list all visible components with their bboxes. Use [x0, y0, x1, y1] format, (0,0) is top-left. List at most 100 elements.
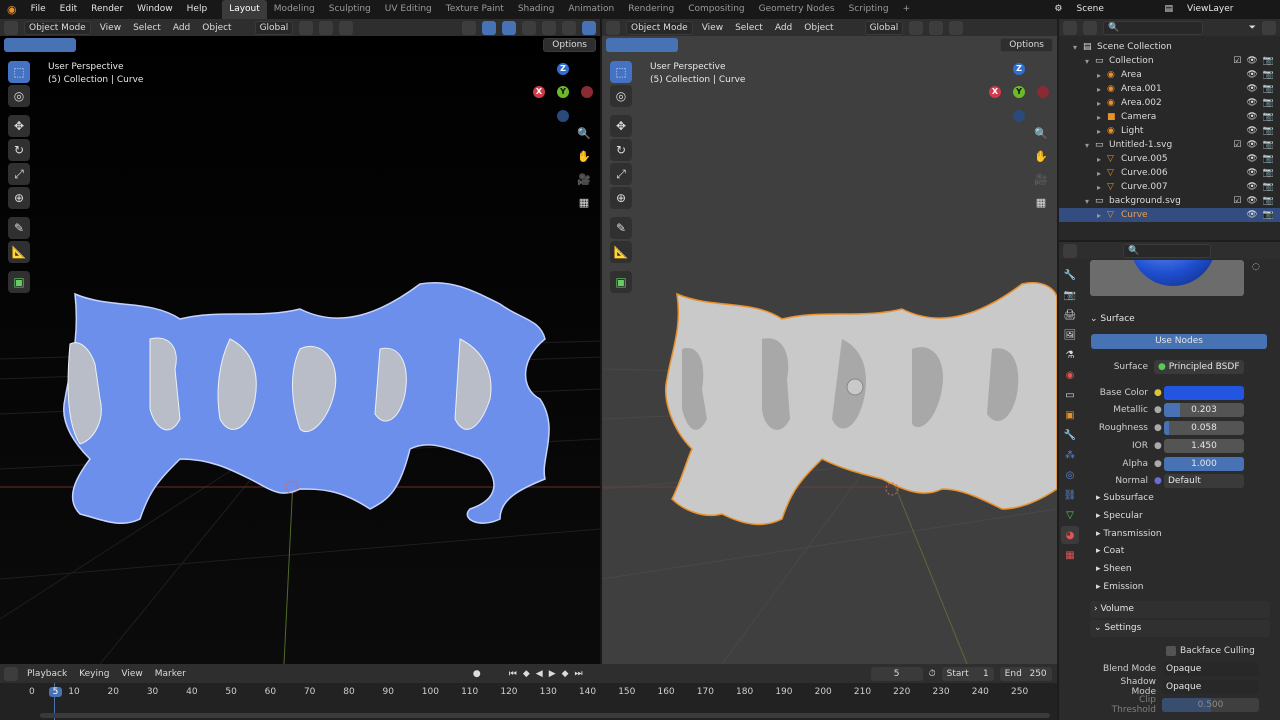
- expand-chevron-icon[interactable]: ▸: [1097, 113, 1107, 122]
- physics-tab-icon[interactable]: ◎: [1061, 466, 1079, 484]
- visibility-eye-icon[interactable]: 👁: [1246, 182, 1257, 192]
- gizmo-y-axis[interactable]: Y: [1013, 86, 1025, 98]
- new-collection-icon[interactable]: [1262, 20, 1276, 35]
- display-mode-icon[interactable]: [1083, 20, 1097, 35]
- exclude-checkbox-icon[interactable]: ☑: [1233, 196, 1241, 206]
- annotate-tool-icon[interactable]: ✎: [8, 217, 30, 239]
- exclude-checkbox-icon[interactable]: ☑: [1233, 140, 1241, 150]
- expand-chevron-icon[interactable]: ▸: [1097, 155, 1107, 164]
- next-keyframe-icon[interactable]: ◆: [562, 669, 569, 679]
- overlay-toggle-icon[interactable]: [502, 20, 516, 35]
- menu-window[interactable]: Window: [130, 0, 180, 19]
- constraints-tab-icon[interactable]: ⛓: [1061, 486, 1079, 504]
- jump-end-icon[interactable]: ⏭: [575, 669, 583, 679]
- options-dropdown[interactable]: Options: [1000, 37, 1053, 52]
- add-menu[interactable]: Add: [772, 23, 795, 33]
- select-tool-icon[interactable]: ⬚: [610, 61, 632, 83]
- tab-sculpting[interactable]: Sculpting: [322, 0, 378, 19]
- tab-rendering[interactable]: Rendering: [621, 0, 681, 19]
- transform-tool-icon[interactable]: ⊕: [8, 187, 30, 209]
- roughness-slider[interactable]: 0.058: [1164, 420, 1244, 435]
- jump-start-icon[interactable]: ⏮: [509, 669, 517, 679]
- visibility-eye-icon[interactable]: 👁: [1246, 154, 1257, 164]
- tab-scripting[interactable]: Scripting: [842, 0, 896, 19]
- transform-tool-icon[interactable]: ⊕: [610, 187, 632, 209]
- shadow-mode-dropdown[interactable]: Opaque: [1162, 679, 1259, 694]
- view-menu[interactable]: View: [699, 23, 726, 33]
- render-camera-icon[interactable]: 📷: [1263, 56, 1274, 66]
- render-camera-icon[interactable]: 📷: [1263, 168, 1274, 178]
- outliner-row[interactable]: ▸ ▽ Curve.005 👁 📷: [1059, 152, 1280, 166]
- expand-chevron-icon[interactable]: ▾: [1085, 197, 1095, 206]
- outliner-row[interactable]: ▸ ■ Camera 👁 📷: [1059, 110, 1280, 124]
- view-layer-tab-icon[interactable]: 🖼: [1061, 326, 1079, 344]
- select-menu[interactable]: Select: [732, 23, 766, 33]
- shading-material-icon[interactable]: [562, 20, 576, 35]
- cursor-tool-icon[interactable]: ◎: [8, 85, 30, 107]
- tab-geometry-nodes[interactable]: Geometry Nodes: [752, 0, 842, 19]
- object-tab-icon[interactable]: ▣: [1061, 406, 1079, 424]
- surface-panel-header[interactable]: ⌄ Surface: [1090, 311, 1135, 328]
- rotate-tool-icon[interactable]: ↻: [610, 139, 632, 161]
- perspective-grid-icon[interactable]: ▦: [574, 192, 594, 212]
- expand-chevron-icon[interactable]: ▸: [1097, 71, 1107, 80]
- world-tab-icon[interactable]: ◉: [1061, 366, 1079, 384]
- camera-view-icon[interactable]: 🎥: [574, 169, 594, 189]
- visibility-eye-icon[interactable]: 👁: [1246, 196, 1257, 206]
- subpanel-coat[interactable]: ▸ Coat: [1096, 544, 1124, 559]
- visibility-eye-icon[interactable]: 👁: [1246, 56, 1257, 66]
- view-menu[interactable]: View: [97, 23, 124, 33]
- properties-search-input[interactable]: 🔍: [1123, 243, 1211, 258]
- current-frame-field[interactable]: 5: [870, 666, 923, 681]
- pivot-icon[interactable]: [909, 20, 924, 35]
- blend-mode-dropdown[interactable]: Opaque: [1162, 661, 1259, 676]
- viewport-left[interactable]: Object Mode View Select Add Object Globa…: [0, 19, 600, 664]
- preview-type-icon[interactable]: ◌: [1252, 262, 1260, 272]
- object-menu[interactable]: Object: [801, 23, 836, 33]
- expand-chevron-icon[interactable]: ▸: [1097, 169, 1107, 178]
- tool-tab-icon[interactable]: 🔧: [1061, 266, 1079, 284]
- visibility-eye-icon[interactable]: 👁: [1246, 84, 1257, 94]
- outliner-row[interactable]: ▾ ▭ Untitled-1.svg ☑ 👁 📷: [1059, 138, 1280, 152]
- orientation-dropdown[interactable]: Global: [254, 20, 294, 35]
- render-camera-icon[interactable]: 📷: [1263, 126, 1274, 136]
- normal-field[interactable]: Default: [1164, 473, 1244, 488]
- shading-solid-icon[interactable]: [542, 20, 556, 35]
- expand-chevron-icon[interactable]: ▾: [1085, 141, 1095, 150]
- tab-shading[interactable]: Shading: [511, 0, 562, 19]
- visibility-eye-icon[interactable]: 👁: [1246, 140, 1257, 150]
- outliner-row[interactable]: ▾ ▤ Scene Collection: [1059, 40, 1280, 54]
- surface-shader-field[interactable]: ● Principled BSDF: [1154, 359, 1244, 374]
- particles-tab-icon[interactable]: ⁂: [1061, 446, 1079, 464]
- editor-type-icon[interactable]: [1063, 243, 1077, 258]
- mode-dropdown[interactable]: Object Mode: [626, 20, 693, 35]
- view-layer-icon[interactable]: ▤: [1157, 0, 1180, 19]
- view-menu[interactable]: View: [118, 669, 145, 679]
- current-frame-marker[interactable]: 5: [48, 687, 63, 697]
- play-reverse-icon[interactable]: ◀: [536, 669, 543, 679]
- subpanel-specular[interactable]: ▸ Specular: [1096, 509, 1143, 524]
- add-menu[interactable]: Add: [170, 23, 193, 33]
- filter-icon[interactable]: ⏷: [1249, 23, 1256, 33]
- gizmo-x-axis[interactable]: X: [989, 86, 1001, 98]
- render-camera-icon[interactable]: 📷: [1263, 98, 1274, 108]
- outliner-row[interactable]: ▸ ◉ Area 👁 📷: [1059, 68, 1280, 82]
- view-layer-name[interactable]: ViewLayer: [1180, 0, 1280, 19]
- subpanel-sheen[interactable]: ▸ Sheen: [1096, 562, 1132, 577]
- scene-tab-icon[interactable]: ⚗: [1061, 346, 1079, 364]
- playback-menu[interactable]: Playback: [24, 669, 70, 679]
- menu-edit[interactable]: Edit: [53, 0, 84, 19]
- perspective-grid-icon[interactable]: ▦: [1031, 192, 1051, 212]
- measure-tool-icon[interactable]: 📐: [8, 241, 30, 263]
- tab-texture-paint[interactable]: Texture Paint: [439, 0, 511, 19]
- visibility-eye-icon[interactable]: 👁: [1246, 168, 1257, 178]
- outliner-row[interactable]: ▾ ▭ background.svg ☑ 👁 📷: [1059, 194, 1280, 208]
- mode-dropdown[interactable]: Object Mode: [24, 20, 91, 35]
- scene-name[interactable]: Scene: [1069, 0, 1157, 19]
- pan-hand-icon[interactable]: ✋: [574, 146, 594, 166]
- gizmo-y-axis[interactable]: Y: [557, 86, 569, 98]
- render-camera-icon[interactable]: 📷: [1263, 154, 1274, 164]
- clock-icon[interactable]: ⏱: [929, 669, 936, 679]
- move-tool-icon[interactable]: ✥: [8, 115, 30, 137]
- visibility-eye-icon[interactable]: 👁: [1246, 98, 1257, 108]
